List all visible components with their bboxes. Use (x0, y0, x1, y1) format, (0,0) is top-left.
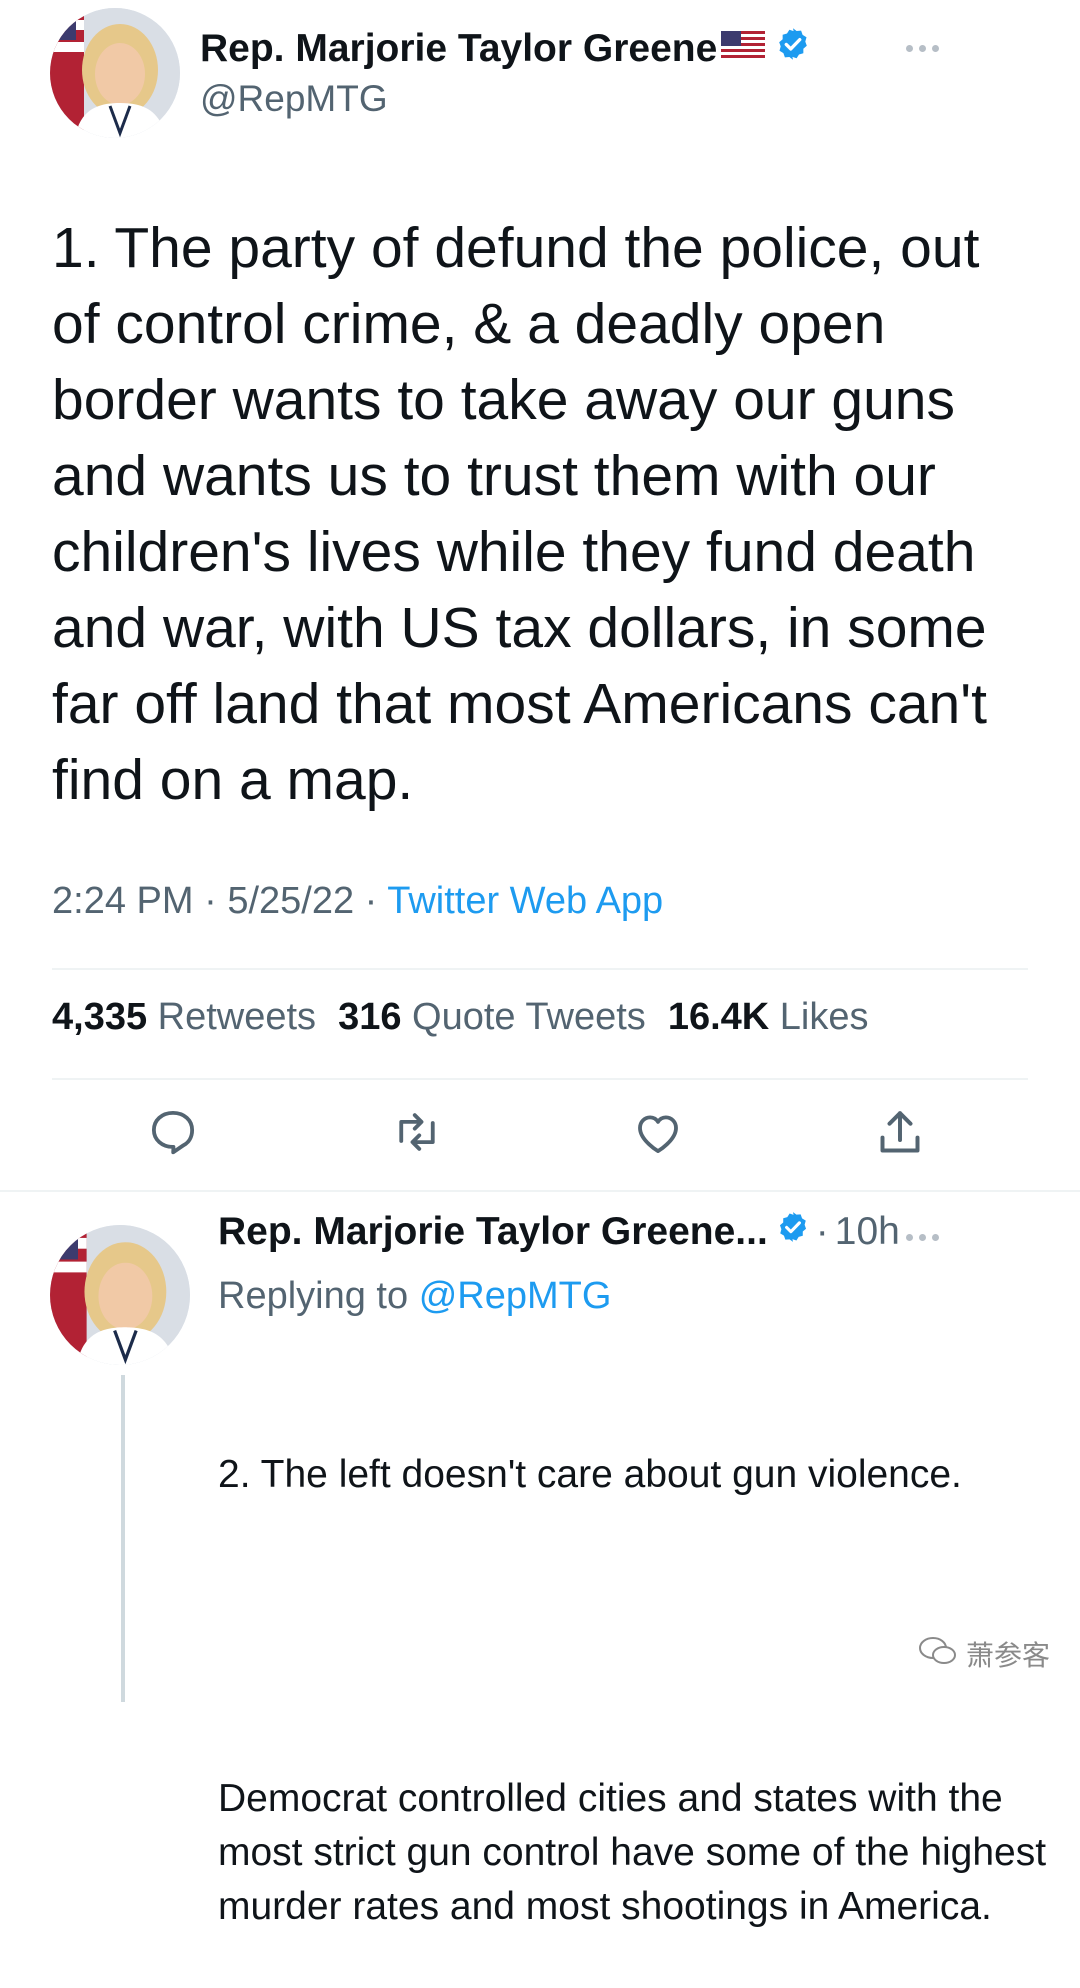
replying-mention[interactable]: @RepMTG (419, 1275, 612, 1317)
verified-badge-icon (775, 26, 811, 72)
likes-label: Likes (779, 996, 869, 1038)
author-name-text: Rep. Marjorie Taylor Greene (200, 27, 718, 70)
reply-time-sep: · (815, 1210, 829, 1253)
divider (0, 1190, 1080, 1192)
likes-count: 16.4K (667, 996, 770, 1038)
divider (52, 1078, 1028, 1080)
reply-icon[interactable] (146, 1105, 200, 1164)
wechat-icon (918, 1636, 958, 1673)
retweets-stat[interactable]: 4,335 Retweets (52, 996, 316, 1039)
reply-author-name[interactable]: Rep. Marjorie Taylor Greene... (218, 1210, 768, 1254)
replying-prefix: Replying to (218, 1275, 409, 1317)
like-icon[interactable] (630, 1105, 686, 1164)
retweets-label: Retweets (157, 996, 317, 1038)
author-name[interactable]: Rep. Marjorie Taylor Greene (200, 26, 811, 72)
reply-time[interactable]: 10h (835, 1210, 900, 1254)
reply-header: Rep. Marjorie Taylor Greene... · 10h (218, 1210, 900, 1254)
quotes-label: Quote Tweets (412, 996, 646, 1038)
verified-badge-icon (776, 1210, 810, 1254)
reply-author-avatar[interactable] (50, 1225, 190, 1365)
reply-more-options-icon[interactable] (906, 1234, 939, 1241)
tweet-date[interactable]: 5/25/22 (227, 880, 354, 922)
more-options-icon[interactable] (906, 45, 939, 52)
tweet-stats: 4,335 Retweets 316 Quote Tweets 16.4K Li… (52, 996, 869, 1039)
share-icon[interactable] (872, 1105, 928, 1166)
us-flag-icon (721, 27, 766, 71)
tweet-meta: 2:24 PM · 5/25/22 · Twitter Web App (52, 880, 663, 923)
tweet-text: 1. The party of defund the police, out o… (52, 216, 1003, 812)
reply-paragraph-1: 2. The left doesn't care about gun viole… (218, 1453, 962, 1496)
meta-separator: · (364, 880, 388, 922)
reply-paragraph-2: Democrat controlled cities and states wi… (218, 1777, 1057, 1928)
author-handle[interactable]: @RepMTG (200, 78, 388, 120)
retweets-count: 4,335 (52, 996, 148, 1038)
thread-line (121, 1375, 125, 1702)
quotes-stat[interactable]: 316 Quote Tweets (338, 996, 646, 1039)
likes-stat[interactable]: 16.4K Likes (668, 996, 869, 1039)
divider (52, 968, 1028, 970)
replying-to: Replying to @RepMTG (218, 1275, 611, 1318)
tweet-actions (0, 1105, 1080, 1165)
meta-separator: · (204, 880, 228, 922)
author-avatar[interactable] (50, 8, 180, 138)
watermark-text: 萧参客 (965, 1640, 1050, 1671)
retweet-icon[interactable] (388, 1105, 446, 1164)
quotes-count: 316 (338, 996, 402, 1038)
watermark: 萧参客 (918, 1634, 1050, 1674)
tweet-time[interactable]: 2:24 PM (52, 880, 194, 922)
tweet-source[interactable]: Twitter Web App (387, 880, 663, 922)
